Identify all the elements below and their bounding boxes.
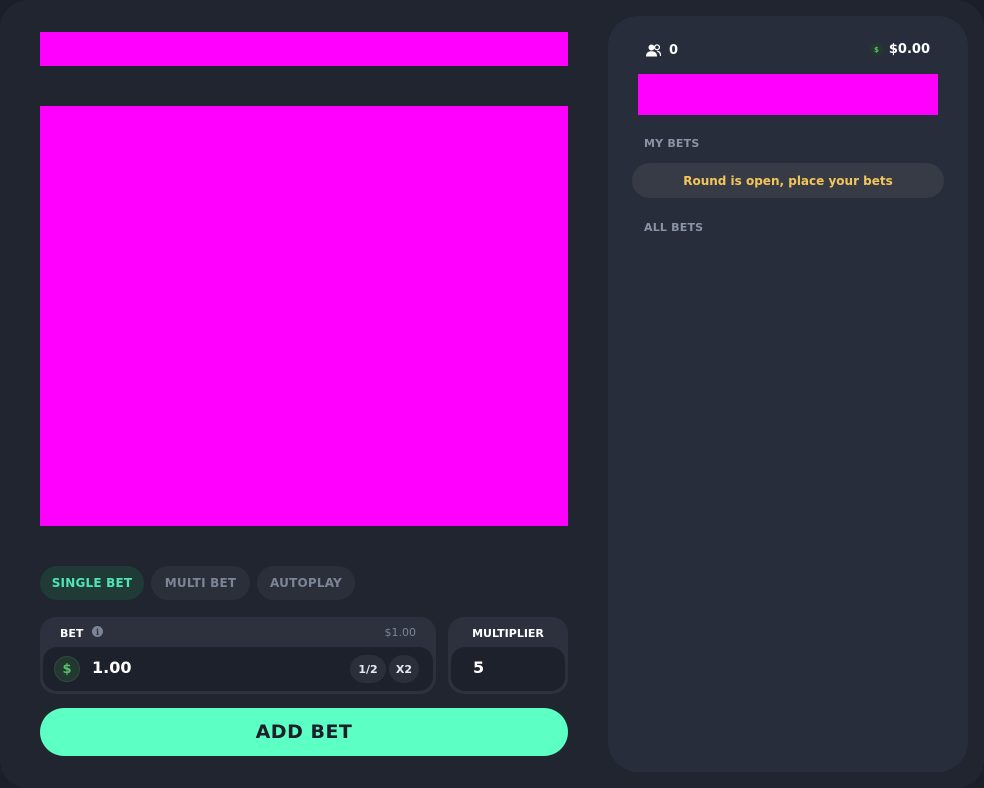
- players-counter: 0: [646, 43, 678, 58]
- tab-autoplay[interactable]: AUTOPLAY: [257, 566, 355, 600]
- dollar-coin-icon: $: [54, 656, 80, 682]
- all-bets-heading: ALL BETS: [644, 221, 704, 234]
- bets-side-panel: 0 $ $0.00 MY BETS Round is open, place y…: [608, 16, 968, 772]
- bet-mode-tabs: SINGLE BET MULTI BET AUTOPLAY: [40, 566, 355, 600]
- round-status-message: Round is open, place your bets: [632, 163, 944, 198]
- bet-panel: BET i $1.00 $ 1.00 1/2 X2: [40, 617, 436, 694]
- game-window: SINGLE BET MULTI BET AUTOPLAY BET i $1.0…: [0, 0, 984, 788]
- users-icon: [646, 44, 661, 57]
- double-bet-button[interactable]: X2: [389, 655, 419, 683]
- info-icon[interactable]: i: [92, 626, 103, 637]
- my-bets-heading: MY BETS: [644, 137, 700, 150]
- tab-single-bet[interactable]: SINGLE BET: [40, 566, 144, 600]
- multiplier-panel: MULTIPLIER 5: [448, 617, 568, 694]
- bet-amount-input[interactable]: 1.00: [92, 658, 131, 677]
- half-bet-button[interactable]: 1/2: [350, 655, 386, 683]
- total-amount-text: $0.00: [888, 42, 930, 57]
- bet-label: BET: [60, 627, 84, 640]
- add-bet-button[interactable]: ADD BET: [40, 708, 568, 756]
- dollar-coin-icon: $: [869, 43, 883, 56]
- tab-multi-bet[interactable]: MULTI BET: [151, 566, 250, 600]
- total-bets-amount: $ $0.00: [869, 42, 930, 57]
- multiplier-field[interactable]: 5: [451, 647, 565, 691]
- multiplier-input[interactable]: 5: [473, 658, 484, 677]
- side-banner-placeholder: [638, 74, 938, 115]
- players-count: 0: [669, 43, 679, 58]
- game-canvas[interactable]: [40, 106, 568, 526]
- top-banner-placeholder: [40, 32, 568, 66]
- bet-amount-field[interactable]: $ 1.00 1/2 X2: [43, 647, 433, 691]
- multiplier-label: MULTIPLIER: [472, 627, 544, 640]
- bet-max-amount: $1.00: [384, 626, 417, 639]
